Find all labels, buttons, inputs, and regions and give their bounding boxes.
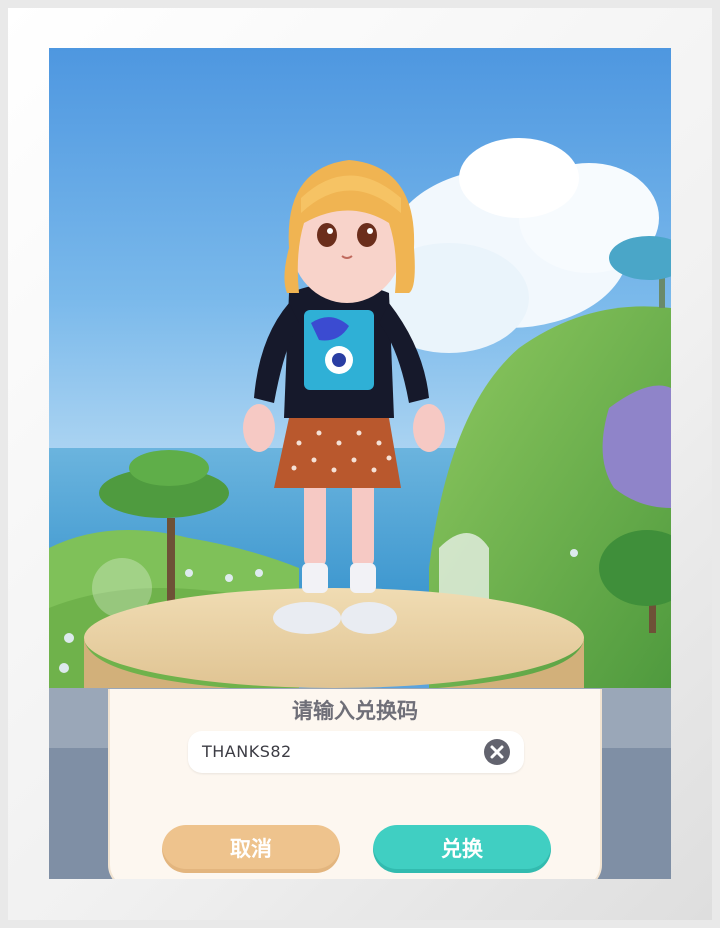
- cancel-button[interactable]: 取消: [162, 825, 340, 873]
- photo-frame: 请输入兑换码 THANKS82 取消 兑换: [0, 0, 720, 928]
- redeem-button[interactable]: 兑换: [373, 825, 551, 873]
- redeem-code-dialog: 请输入兑换码 THANKS82 取消 兑换: [108, 689, 602, 879]
- redeem-code-value[interactable]: THANKS82: [202, 742, 292, 761]
- dialog-title: 请输入兑换码: [292, 699, 418, 723]
- game-screen: 请输入兑换码 THANKS82 取消 兑换: [49, 48, 671, 879]
- clear-icon[interactable]: [484, 739, 510, 765]
- redeem-code-input[interactable]: THANKS82: [188, 731, 524, 773]
- display-platform: [84, 588, 584, 688]
